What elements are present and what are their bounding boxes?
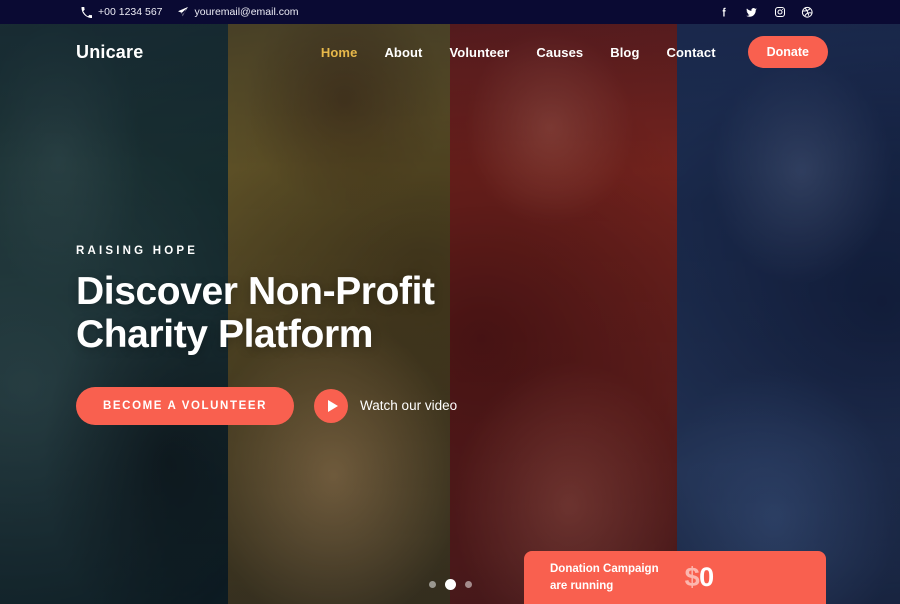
donation-campaign-banner: Donation Campaign are running $0 — [524, 551, 826, 604]
paper-plane-icon — [177, 6, 189, 18]
email-address: youremail@email.com — [194, 6, 299, 18]
donation-currency-symbol: $ — [684, 562, 700, 592]
dribbble-icon[interactable] — [801, 6, 814, 19]
facebook-icon[interactable] — [717, 6, 730, 19]
phone-number: +00 1234 567 — [98, 6, 163, 18]
phone-contact[interactable]: +00 1234 567 — [81, 6, 163, 18]
main-navigation: Home About Volunteer Causes Blog Contact… — [321, 36, 828, 68]
watch-video-label: Watch our video — [360, 398, 458, 414]
twitter-icon[interactable] — [745, 6, 758, 19]
nav-item-contact[interactable]: Contact — [667, 45, 716, 60]
donation-label-line-1: Donation Campaign — [550, 562, 659, 575]
top-bar-socials — [717, 6, 814, 19]
hero-title: Discover Non-Profit Charity Platform — [76, 270, 596, 357]
donation-amount-value: 0 — [699, 562, 714, 592]
instagram-icon[interactable] — [773, 6, 786, 19]
nav-item-about[interactable]: About — [384, 45, 422, 60]
top-bar: +00 1234 567 youremail@email.com — [0, 0, 900, 24]
play-icon[interactable] — [314, 388, 349, 423]
site-logo[interactable]: Unicare — [76, 42, 143, 63]
email-contact[interactable]: youremail@email.com — [177, 6, 299, 18]
hero-eyebrow: RAISING HOPE — [76, 245, 199, 257]
hero-actions: BECOME A VOLUNTEER Watch our video — [76, 386, 596, 425]
become-volunteer-button[interactable]: BECOME A VOLUNTEER — [76, 386, 295, 425]
site-header: Unicare Home About Volunteer Causes Blog… — [0, 24, 900, 80]
watch-video-link[interactable]: Watch our video — [314, 388, 458, 423]
nav-item-causes[interactable]: Causes — [536, 45, 583, 60]
hero-title-line-2: Charity Platform — [76, 312, 373, 356]
donation-label-line-2: are running — [550, 579, 614, 592]
nav-item-volunteer[interactable]: Volunteer — [449, 45, 509, 60]
donation-amount: $0 — [684, 562, 715, 593]
carousel-dot-1[interactable] — [428, 581, 436, 588]
nav-item-home[interactable]: Home — [321, 45, 358, 60]
hero-title-line-1: Discover Non-Profit — [76, 270, 435, 313]
phone-icon — [81, 6, 92, 18]
nav-item-blog[interactable]: Blog — [610, 45, 639, 60]
donate-button[interactable]: Donate — [747, 36, 828, 68]
top-bar-contacts: +00 1234 567 youremail@email.com — [81, 6, 299, 18]
carousel-dot-3[interactable] — [464, 581, 472, 588]
donation-campaign-label: Donation Campaign are running — [550, 561, 659, 594]
carousel-dot-2[interactable] — [444, 579, 456, 590]
hero-band-4 — [677, 0, 900, 604]
hero-page: +00 1234 567 youremail@email.com Unicare… — [0, 0, 900, 604]
hero-content: RAISING HOPE Discover Non-Profit Charity… — [76, 245, 596, 425]
